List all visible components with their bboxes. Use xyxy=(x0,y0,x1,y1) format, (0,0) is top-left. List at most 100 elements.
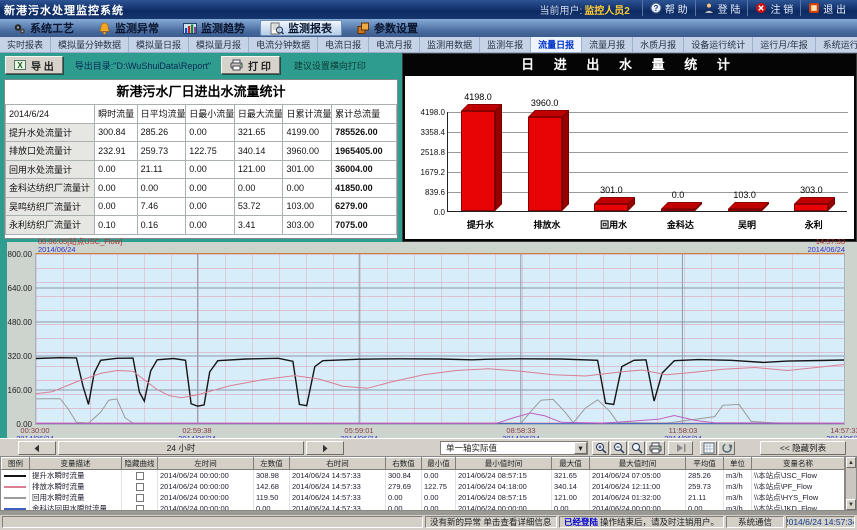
flow-table-header-cell: 累计总流量 xyxy=(332,105,397,124)
menu-item-report-search[interactable]: 监测报表 xyxy=(260,20,342,36)
hide-curve-checkbox[interactable] xyxy=(136,483,144,491)
trend-chart-section: 00:06:05[站点USC_Flow] 2014/06/24 14:57:33… xyxy=(0,242,857,438)
subtab-label: 流量月报 xyxy=(589,38,625,51)
print-button[interactable]: 打 印 xyxy=(221,56,280,74)
scroll-up-icon[interactable]: ▲ xyxy=(846,457,856,468)
menu-item-trend-chart[interactable]: 监测趋势 xyxy=(174,20,254,36)
tool-button-play[interactable] xyxy=(668,441,693,455)
bar-ytick-label: 4198.0 xyxy=(407,108,445,117)
scroll-down-icon[interactable]: ▼ xyxy=(846,499,856,510)
legend-row[interactable]: 提升水瞬时流量2014/06/24 00:00:00308.982014/06/… xyxy=(2,470,845,482)
menu-bar: 系统工艺监测异常监测趋势监测报表 参数设置 xyxy=(0,19,857,37)
gears-icon xyxy=(13,22,26,35)
trend-series-line xyxy=(36,413,844,423)
flow-table-cell: 321.65 xyxy=(234,123,283,142)
subtab-label: 实时报表 xyxy=(7,38,43,51)
time-range-track[interactable]: 24 小时 xyxy=(58,441,304,455)
hide-curve-checkbox[interactable] xyxy=(136,472,144,480)
legend-value-cell: 0.00 xyxy=(552,503,590,511)
subtab-item[interactable]: 模拟量月报 xyxy=(189,37,249,52)
subtab-item[interactable]: 监测年报 xyxy=(480,37,531,52)
flow-table-header-cell: 日最小流量 xyxy=(186,105,235,124)
legend-value-cell: 2014/06/24 00:00:00 xyxy=(158,492,254,503)
subtab-item[interactable]: 电流日报 xyxy=(318,37,369,52)
flow-table-header-row: 2014/6/24瞬时流量日平均流量日最小流量日最大流量日累计流量累计总流量 xyxy=(6,105,397,124)
subtab-item[interactable]: 水质月报 xyxy=(633,37,684,52)
status-alarm-panel[interactable]: 没有新的异常 单击查看详细信息 xyxy=(425,516,557,528)
export-button[interactable]: X 导 出 xyxy=(5,56,63,74)
axis-mode-select[interactable]: 单一轴实际值 ▾ xyxy=(440,441,588,455)
dropdown-arrow-icon[interactable]: ▾ xyxy=(574,442,587,454)
subtab-label: 流量日报 xyxy=(538,38,574,51)
title-bar: 新港污水处理监控系统 当前用户: 监控人员2 ?帮 助登 陆注 销退 出 xyxy=(0,0,857,19)
flow-statistics-table: 新港污水厂日进出水流量统计 2014/6/24瞬时流量日平均流量日最小流量日最大… xyxy=(4,79,398,239)
trend-plot[interactable] xyxy=(35,253,845,425)
trend-ytick-label: 480.00 xyxy=(2,318,32,327)
status-datetime: 2014/6/24 14:57:34 xyxy=(786,516,855,528)
menu-item-settings[interactable]: 参数设置 xyxy=(348,20,427,36)
bar-gridline xyxy=(448,132,848,133)
tool-button-zoom-in[interactable] xyxy=(592,441,609,455)
flow-table-title: 新港污水厂日进出水流量统计 xyxy=(5,80,397,104)
legend-value-cell: \\本站点\PF_Flow xyxy=(752,481,845,492)
tool-button-zoom-out[interactable] xyxy=(610,441,627,455)
tool-button-zoom-reset[interactable] xyxy=(628,441,645,455)
flow-table-cell: 0.00 xyxy=(95,179,138,198)
scroll-left-button[interactable] xyxy=(18,441,56,455)
hide-list-button[interactable]: << 隐藏列表 xyxy=(760,441,846,455)
legend-value-cell: 2014/06/24 00:00:00 xyxy=(158,503,254,511)
window-button-login[interactable]: 登 陆 xyxy=(695,0,748,16)
subtab-item[interactable]: 电流分钟数据 xyxy=(249,37,318,52)
subtab-item[interactable]: 实时报表 xyxy=(0,37,51,52)
window-button-help[interactable]: ?帮 助 xyxy=(642,0,695,16)
subtab-item[interactable]: 电流月报 xyxy=(369,37,420,52)
tool-button-refresh[interactable] xyxy=(718,441,735,455)
bar-value-label: 301.0 xyxy=(580,185,642,195)
bar-value-label: 103.0 xyxy=(714,190,776,200)
exit-icon xyxy=(808,2,820,14)
subtab-label: 水质月报 xyxy=(640,38,676,51)
subtab-item[interactable]: 设备运行统计 xyxy=(684,37,753,52)
legend-vertical-scrollbar[interactable]: ▲ ▼ xyxy=(845,456,857,511)
legend-row[interactable]: 回用水瞬时流量2014/06/24 00:00:00119.502014/06/… xyxy=(2,492,845,503)
subtab-item[interactable]: 流量月报 xyxy=(582,37,633,52)
subtab-item[interactable]: 流量日报 xyxy=(531,37,582,52)
bar-value-label: 0.0 xyxy=(647,190,709,200)
flow-table-cell: 0.00 xyxy=(186,123,235,142)
flow-table: 2014/6/24瞬时流量日平均流量日最小流量日最大流量日累计流量累计总流量提升… xyxy=(5,104,397,235)
legend-row[interactable]: 金科达回用水瞬时流量2014/06/24 00:00:000.002014/06… xyxy=(2,503,845,511)
print-icon xyxy=(649,442,662,454)
legend-row[interactable]: 排放水瞬时流量2014/06/24 00:00:00142.682014/06/… xyxy=(2,481,845,492)
bar-category-label: 回用水 xyxy=(580,218,647,231)
legend-header-cell: 右数值 xyxy=(386,458,422,470)
subtab-label: 电流日报 xyxy=(325,38,361,51)
legend-value-cell: 2014/06/24 14:57:33 xyxy=(290,503,386,511)
legend-value-cell: 2014/06/24 14:57:33 xyxy=(290,481,386,492)
legend-table-panel: 图例变量描述隐藏曲线左时间左数值右时间右数值最小值最小值时间最大值最大值时间平均… xyxy=(0,456,845,511)
zoom-out-icon xyxy=(613,442,625,454)
window-button-exit[interactable]: 退 出 xyxy=(800,0,853,16)
hide-curve-checkbox[interactable] xyxy=(136,494,144,502)
menu-item-label: 参数设置 xyxy=(374,20,418,36)
subtab-item[interactable]: 模拟量日报 xyxy=(129,37,189,52)
tool-button-print[interactable] xyxy=(646,441,665,455)
arrow-right-icon xyxy=(320,444,330,453)
subtab-item[interactable]: 运行月/年报 xyxy=(753,37,816,52)
menu-item-alarm-bell[interactable]: 监测异常 xyxy=(89,20,168,36)
flow-table-cell: 285.26 xyxy=(137,123,186,142)
menu-item-gears[interactable]: 系统工艺 xyxy=(4,20,83,36)
grid-icon xyxy=(703,442,715,454)
legend-value-cell: 2014/06/24 14:57:33 xyxy=(290,492,386,503)
legend-value-cell: 142.68 xyxy=(254,481,290,492)
flow-table-cell: 7.46 xyxy=(137,197,186,216)
subtab-item[interactable]: 系统运行日志 xyxy=(816,37,857,52)
subtab-item[interactable]: 模拟量分钟数据 xyxy=(51,37,129,52)
tool-button-grid[interactable] xyxy=(700,441,717,455)
flow-table-cell: 0.00 xyxy=(186,160,235,179)
scroll-right-button[interactable] xyxy=(306,441,344,455)
subtab-item[interactable]: 监测用数据 xyxy=(420,37,480,52)
bar-category-label: 提升水 xyxy=(447,218,514,231)
legend-header-cell: 最小值 xyxy=(422,458,456,470)
window-button-logout[interactable]: 注 销 xyxy=(747,0,800,16)
legend-header-cell: 变量描述 xyxy=(30,458,122,470)
